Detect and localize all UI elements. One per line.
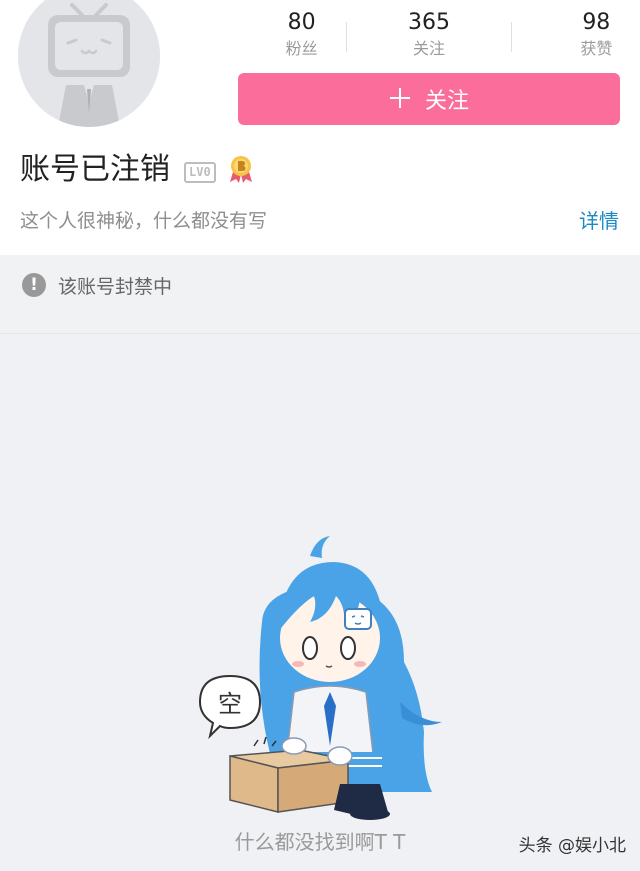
banned-notice-text: 该账号封禁中 (58, 275, 173, 298)
stat-likes[interactable]: 98 获赞 (493, 8, 620, 64)
speech-bubble: 空 (198, 674, 262, 740)
bio-text: 这个人很神秘，什么都没有写 (20, 210, 268, 232)
medal-icon[interactable] (227, 154, 255, 188)
follow-button[interactable]: 关注 (238, 73, 620, 125)
empty-content-area: 空 什么都没找到啊T T (0, 333, 640, 871)
stat-value: 98 (582, 10, 611, 35)
stat-divider (346, 22, 348, 52)
follow-button-label: 关注 (424, 89, 469, 114)
speech-bubble-text: 空 (218, 690, 242, 718)
stat-label: 关注 (412, 39, 445, 58)
stat-divider (510, 22, 512, 52)
plus-icon (389, 83, 411, 116)
mascot-empty-box-illustration: 空 (198, 536, 442, 820)
level-badge: LV0 (184, 162, 216, 183)
details-link[interactable]: 详情 (579, 207, 619, 235)
exclamation-icon: ! (22, 273, 46, 297)
stats-row: 80 粉丝 365 关注 98 获赞 (238, 8, 620, 64)
avatar[interactable] (18, 0, 160, 127)
banned-notice: ! 该账号封禁中 (0, 257, 640, 313)
profile-header: 80 粉丝 365 关注 98 获赞 关注 账号已注销 LV0 这个人很神秘，什… (0, 0, 640, 255)
stat-value: 365 (407, 10, 450, 35)
stat-following[interactable]: 365 关注 (346, 8, 492, 64)
username: 账号已注销 (20, 152, 170, 187)
stat-label: 获赞 (580, 39, 613, 58)
tv-mascot-avatar-icon (18, 0, 160, 127)
watermark: 头条 @娱小北 (518, 836, 626, 856)
